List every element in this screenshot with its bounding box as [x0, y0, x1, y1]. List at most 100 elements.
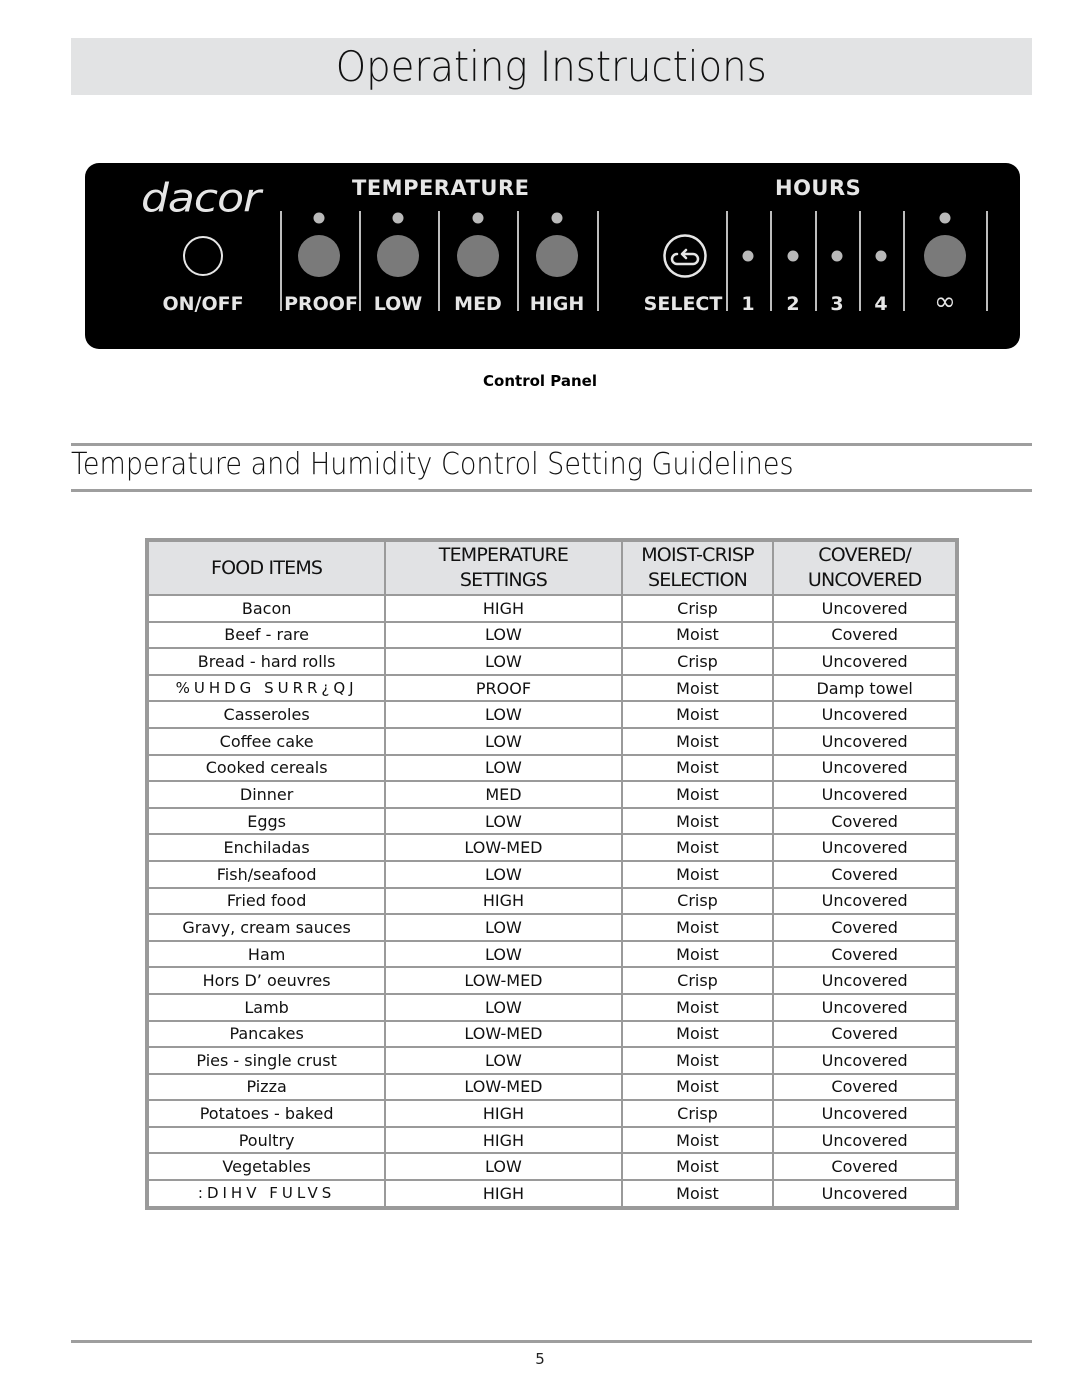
moist-crisp-cell: Moist: [621, 914, 774, 941]
low-label: LOW: [373, 293, 423, 315]
table-row: %UHDG SURR¿QJ PROOF Moist Damp towel: [148, 674, 956, 702]
moist-crisp-cell: Moist: [621, 674, 774, 702]
cover-cell: Damp towel: [773, 674, 956, 702]
moist-crisp-cell: Moist: [621, 1180, 774, 1207]
cover-cell: Covered: [773, 1153, 956, 1181]
food-item-cell: :DIHV FULVS: [148, 1180, 386, 1207]
table-row: Fried food HIGH Crisp Uncovered: [148, 887, 956, 915]
cover-cell: Covered: [773, 940, 956, 968]
infinite-indicator-led: [939, 212, 951, 224]
temperature-cell: LOW: [385, 914, 622, 941]
cover-cell: Uncovered: [773, 967, 956, 994]
food-item-cell: Hors D’ oeuvres: [148, 967, 386, 994]
hour-1-label: 1: [741, 293, 755, 315]
hour-2-label: 2: [786, 293, 800, 315]
proof-button-icon: [298, 235, 340, 277]
cover-cell: Uncovered: [773, 1126, 956, 1154]
hour-4-led: [875, 250, 887, 262]
table-row: :DIHV FULVS HIGH Moist Uncovered: [148, 1180, 956, 1207]
temperature-cell: HIGH: [385, 1100, 622, 1127]
moist-crisp-cell: Moist: [621, 940, 774, 968]
moist-crisp-cell: Crisp: [621, 967, 774, 994]
select-label: SELECT: [643, 293, 723, 315]
table-row: Eggs LOW Moist Covered: [148, 807, 956, 835]
hour-2-led: [787, 250, 799, 262]
med-indicator-led: [472, 212, 484, 224]
table-row: Ham LOW Moist Covered: [148, 940, 956, 968]
med-label: MED: [454, 293, 502, 315]
moist-crisp-cell: Moist: [621, 860, 774, 888]
moist-crisp-cell: Moist: [621, 701, 774, 728]
temperature-header: TEMPERATURE: [352, 176, 530, 200]
divider: [986, 211, 988, 311]
table-row: Fish/seafood LOW Moist Covered: [148, 860, 956, 888]
table-header-row: FOOD ITEMS TEMPERATURE SETTINGS MOIST-CRI…: [148, 541, 956, 595]
temperature-cell: HIGH: [385, 595, 622, 622]
table-row: Bacon HIGH Crisp Uncovered: [148, 595, 956, 622]
moist-crisp-cell: Crisp: [621, 648, 774, 675]
food-item-cell: Potatoes - baked: [148, 1100, 386, 1127]
divider: [770, 211, 772, 311]
table-row: Beef - rare LOW Moist Covered: [148, 621, 956, 649]
food-item-cell: Dinner: [148, 781, 386, 808]
table-row: Pizza LOW-MED Moist Covered: [148, 1073, 956, 1101]
footer-rule: [71, 1340, 1032, 1343]
proof-label: PROOF: [284, 293, 358, 315]
table-row: Pies - single crust LOW Moist Uncovered: [148, 1047, 956, 1074]
cover-cell: Uncovered: [773, 1047, 956, 1074]
moist-crisp-cell: Moist: [621, 1020, 774, 1048]
cover-cell: Covered: [773, 860, 956, 888]
header-moist-crisp: MOIST-CRISP SELECTION: [621, 541, 774, 595]
cover-cell: Covered: [773, 1073, 956, 1101]
temperature-cell: LOW: [385, 1047, 622, 1074]
cover-cell: Uncovered: [773, 754, 956, 782]
temperature-cell: LOW: [385, 727, 622, 755]
cover-cell: Covered: [773, 807, 956, 835]
food-item-cell: Ham: [148, 940, 386, 968]
cover-cell: Uncovered: [773, 781, 956, 808]
food-item-cell: Pizza: [148, 1073, 386, 1101]
infinity-icon: ∞: [934, 287, 956, 317]
table-row: Cooked cereals LOW Moist Uncovered: [148, 754, 956, 782]
temperature-cell: LOW: [385, 993, 622, 1021]
table-row: Lamb LOW Moist Uncovered: [148, 993, 956, 1021]
moist-crisp-cell: Moist: [621, 993, 774, 1021]
temperature-cell: LOW-MED: [385, 1020, 622, 1048]
page-title-bar: Operating Instructions: [71, 38, 1032, 95]
divider: [438, 211, 440, 311]
food-item-cell: Casseroles: [148, 701, 386, 728]
food-item-cell: Gravy, cream sauces: [148, 914, 386, 941]
divider: [815, 211, 817, 311]
temperature-cell: MED: [385, 781, 622, 808]
food-item-cell: Enchiladas: [148, 834, 386, 861]
moist-crisp-cell: Crisp: [621, 1100, 774, 1127]
moist-crisp-cell: Crisp: [621, 595, 774, 622]
divider: [517, 211, 519, 311]
food-item-cell: Bacon: [148, 595, 386, 622]
temperature-cell: LOW: [385, 701, 622, 728]
figure-caption: Control Panel: [483, 372, 597, 390]
food-item-cell: Fried food: [148, 887, 386, 915]
hour-4-label: 4: [874, 293, 888, 315]
table-row: Enchiladas LOW-MED Moist Uncovered: [148, 834, 956, 861]
cover-cell: Uncovered: [773, 1100, 956, 1127]
cover-cell: Uncovered: [773, 727, 956, 755]
moist-crisp-cell: Moist: [621, 807, 774, 835]
page-title: Operating Instructions: [335, 42, 768, 91]
header-temperature-settings: TEMPERATURE SETTINGS: [385, 541, 622, 595]
hours-header: HOURS: [775, 176, 862, 200]
hour-3-label: 3: [830, 293, 844, 315]
temperature-cell: LOW: [385, 648, 622, 675]
moist-crisp-cell: Moist: [621, 621, 774, 649]
temperature-cell: LOW-MED: [385, 1073, 622, 1101]
food-item-cell: Cooked cereals: [148, 754, 386, 782]
temperature-cell: LOW: [385, 860, 622, 888]
temperature-cell: LOW: [385, 807, 622, 835]
food-item-cell: Beef - rare: [148, 621, 386, 649]
divider: [903, 211, 905, 311]
divider: [359, 211, 361, 311]
guidelines-table: FOOD ITEMS TEMPERATURE SETTINGS MOIST-CRI…: [145, 538, 959, 1210]
proof-indicator-led: [313, 212, 325, 224]
temperature-cell: LOW-MED: [385, 834, 622, 861]
section-title: Temperature and Humidity Control Setting…: [71, 447, 794, 482]
